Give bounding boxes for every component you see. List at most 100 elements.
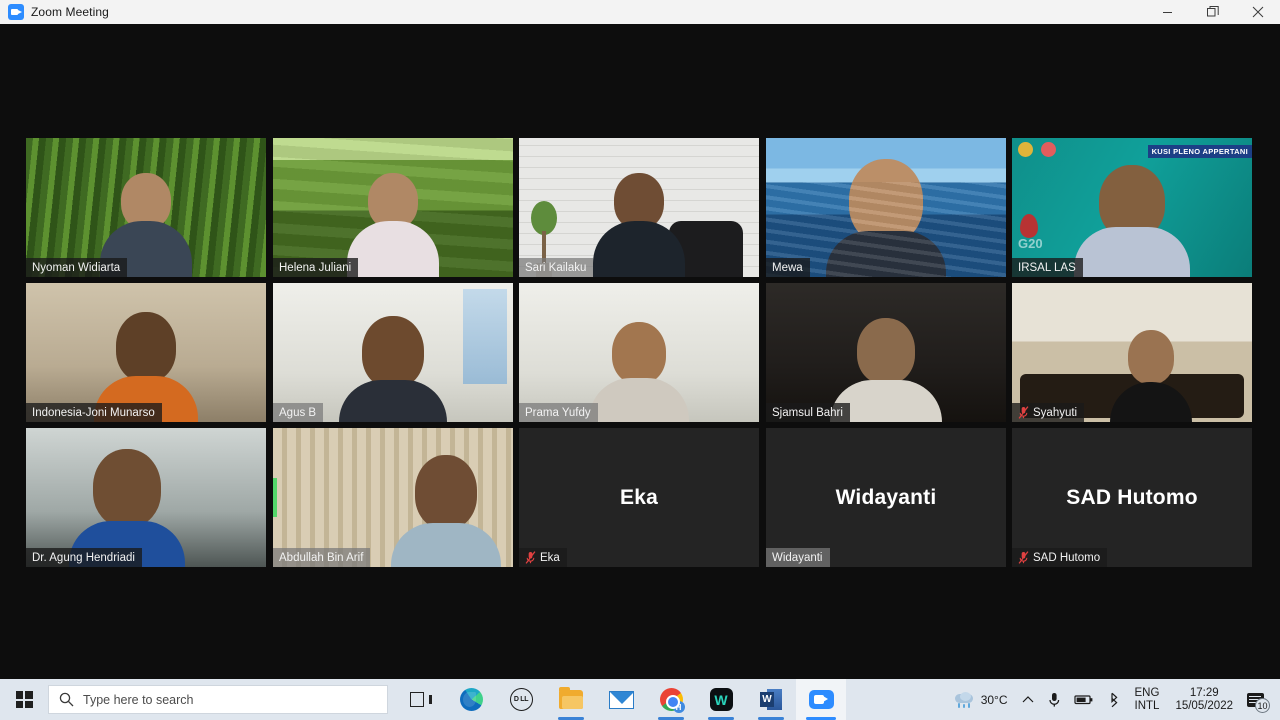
meeting-stage: Nyoman Widiarta Helena Juliani Sari Kail…	[0, 24, 1280, 679]
virtual-background-banner: KUSI PLENO APPERTANI	[1147, 145, 1252, 158]
restore-button[interactable]	[1190, 0, 1235, 24]
folder-icon	[559, 687, 583, 709]
rain-cloud-icon	[953, 691, 975, 708]
edge-icon	[459, 688, 483, 711]
video-feed	[26, 138, 266, 277]
participant-name: Syahyuti	[1033, 406, 1078, 419]
virtual-background-logos	[1018, 142, 1056, 157]
windows-logo-icon	[15, 691, 33, 708]
window-titlebar: Zoom Meeting	[0, 0, 1280, 24]
participant-name-label: Dr. Agung Hendriadi	[26, 548, 142, 567]
participant-name: Widayanti	[772, 551, 823, 564]
participant-tile[interactable]: Agus B	[273, 283, 513, 422]
logo-badge-icon	[1018, 142, 1033, 157]
participant-silhouette	[593, 173, 685, 277]
weather-widget[interactable]: 30°C	[943, 679, 1015, 720]
participant-name: Nyoman Widiarta	[32, 261, 121, 274]
participant-tile[interactable]: Sari Kailaku	[519, 138, 759, 277]
video-feed	[519, 283, 759, 422]
video-feed	[273, 138, 513, 277]
participant-silhouette	[1110, 330, 1193, 422]
participant-silhouette	[826, 159, 946, 277]
participant-tile[interactable]: Nyoman Widiarta	[26, 138, 266, 277]
microphone-tray-button[interactable]	[1041, 679, 1067, 720]
w-app-label: W	[714, 691, 728, 708]
taskbar-app-zoom[interactable]	[796, 679, 846, 720]
muted-microphone-icon	[1018, 551, 1029, 564]
battery-tray-button[interactable]	[1067, 679, 1101, 720]
participant-tile[interactable]: KUSI PLENO APPERTANI G20 IRSAL LAS	[1012, 138, 1252, 277]
gallery-grid: Nyoman Widiarta Helena Juliani Sari Kail…	[26, 138, 1254, 567]
taskbar-app-chrome[interactable]: H	[646, 679, 696, 720]
muted-microphone-icon	[1018, 406, 1029, 419]
participant-avatar-name: SAD Hutomo	[1066, 485, 1198, 509]
battery-icon	[1073, 695, 1092, 705]
system-tray: 30°C ENG INTL 17:29 15/05/2022 10	[943, 679, 1280, 720]
participant-name: Eka	[540, 551, 560, 564]
search-input[interactable]: Type here to search	[48, 685, 388, 714]
clock-widget[interactable]: 17:29 15/05/2022	[1167, 679, 1241, 720]
taskbar-app-wondershare[interactable]: W	[696, 679, 746, 720]
participant-tile[interactable]: Helena Juliani	[273, 138, 513, 277]
search-placeholder: Type here to search	[83, 692, 194, 707]
taskbar-app-edge[interactable]	[446, 679, 496, 720]
participant-name-label: Sjamsul Bahri	[766, 403, 850, 422]
participant-name: Sari Kailaku	[525, 261, 587, 274]
taskbar-app-word[interactable]: W	[746, 679, 796, 720]
video-feed	[766, 283, 1006, 422]
microphone-icon	[1048, 692, 1059, 707]
clock-time: 17:29	[1189, 686, 1219, 699]
task-view-button[interactable]	[396, 679, 446, 720]
zoom-icon	[808, 690, 834, 709]
video-feed	[26, 428, 266, 567]
participant-name-label: Widayanti	[766, 548, 830, 567]
participant-name-label: Indonesia-Joni Munarso	[26, 403, 162, 422]
participant-name-label: Agus B	[273, 403, 324, 422]
taskbar-app-file-explorer[interactable]	[546, 679, 596, 720]
participant-name: Sjamsul Bahri	[772, 406, 843, 419]
participant-silhouette	[589, 322, 689, 422]
participant-name-label: Abdullah Bin Arif	[273, 548, 371, 567]
bluetooth-icon	[1110, 692, 1118, 707]
participant-tile[interactable]: Syahyuti	[1012, 283, 1252, 422]
participant-name-label: Nyoman Widiarta	[26, 258, 128, 277]
search-icon	[59, 692, 74, 707]
video-feed	[1012, 283, 1252, 422]
participant-tile[interactable]: SAD Hutomo SAD Hutomo	[1012, 428, 1252, 567]
taskbar-app-mail[interactable]	[596, 679, 646, 720]
participant-tile[interactable]: Indonesia-Joni Munarso	[26, 283, 266, 422]
language-indicator[interactable]: ENG INTL	[1127, 679, 1168, 720]
window-controls	[1145, 0, 1280, 24]
participant-avatar-name: Widayanti	[835, 485, 937, 509]
close-button[interactable]	[1235, 0, 1280, 24]
action-center-button[interactable]: 10	[1241, 679, 1274, 720]
video-feed	[519, 138, 759, 277]
participant-name: Agus B	[279, 406, 317, 419]
participant-tile[interactable]: Prama Yufdy	[519, 283, 759, 422]
participant-name-label: Syahyuti	[1012, 403, 1085, 422]
taskbar-app-dell[interactable]: D LL	[496, 679, 546, 720]
participant-tile[interactable]: Sjamsul Bahri	[766, 283, 1006, 422]
bluetooth-tray-button[interactable]	[1101, 679, 1127, 720]
participant-name-label: Prama Yufdy	[519, 403, 598, 422]
dell-label: D LL	[513, 696, 529, 703]
participant-name: SAD Hutomo	[1033, 551, 1101, 564]
participant-tile[interactable]: Widayanti Widayanti	[766, 428, 1006, 567]
word-icon: W	[760, 688, 782, 711]
window-title: Zoom Meeting	[31, 5, 109, 19]
participant-tile[interactable]: Dr. Agung Hendriadi	[26, 428, 266, 567]
chevron-up-icon	[1022, 696, 1033, 703]
minimize-button[interactable]	[1145, 0, 1190, 24]
participant-tile[interactable]: Mewa	[766, 138, 1006, 277]
video-feed	[273, 428, 513, 567]
participant-name: IRSAL LAS	[1018, 261, 1076, 274]
participant-name-label: Mewa	[766, 258, 810, 277]
participant-tile[interactable]: Eka Eka	[519, 428, 759, 567]
participant-name: Mewa	[772, 261, 803, 274]
participant-name-label: Helena Juliani	[273, 258, 359, 277]
video-feed	[26, 283, 266, 422]
show-hidden-icons-button[interactable]	[1015, 679, 1041, 720]
start-button[interactable]	[0, 679, 48, 720]
zoom-video-icon	[8, 4, 24, 20]
participant-tile-active-speaker[interactable]: Abdullah Bin Arif	[273, 428, 513, 567]
